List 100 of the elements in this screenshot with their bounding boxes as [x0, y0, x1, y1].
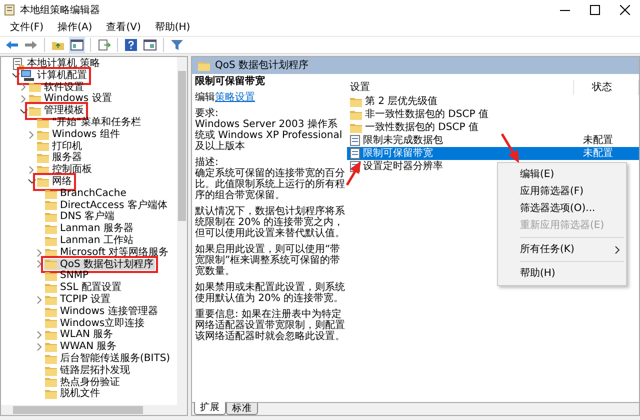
setting-name: 设置定时器分辨率 — [363, 160, 443, 174]
list-row[interactable]: 一致性数据包的 DSCP 值 — [347, 121, 639, 134]
folder-icon — [45, 342, 57, 352]
tree-item[interactable]: 控制面板 — [36, 164, 93, 176]
tree-item[interactable]: SSL 配置设置 — [44, 282, 122, 294]
export-list-icon[interactable] — [96, 37, 112, 53]
setting-name: 限制可保留带宽 — [363, 146, 433, 160]
tree-item[interactable]: 服务器 — [36, 152, 83, 164]
folder-icon — [350, 122, 362, 132]
tree-item[interactable]: SNMP — [44, 270, 90, 282]
menu-item[interactable]: 所有任务(K) — [498, 241, 626, 258]
setting-name: 一致性数据包的 DSCP 值 — [365, 120, 478, 134]
folder-icon — [45, 330, 57, 340]
tree-item[interactable]: WWAN 服务 — [44, 341, 118, 353]
folder-icon — [37, 176, 49, 187]
description-text: 确定系统可保留的连接带宽的百分比。此值限制系统上运行的所有程序的组合带宽保留。 — [195, 168, 345, 201]
expand-chevron-icon[interactable] — [35, 247, 44, 258]
tree-item[interactable]: "开始"菜单和任务栏 — [36, 116, 142, 129]
folder-icon — [45, 236, 57, 246]
menu-item[interactable]: 文件(F) — [4, 21, 50, 35]
tree-item[interactable]: 软件设置 — [28, 82, 85, 94]
description-title: 限制可保留带宽 — [195, 76, 266, 87]
expand-chevron-icon[interactable] — [35, 294, 44, 306]
folder-icon — [45, 271, 57, 282]
description-text: 如果禁用或未配置此设置，则系统使用默认值为 20% 的连接带宽。 — [195, 282, 345, 304]
edit-policy-text: 编辑策略设置 — [195, 92, 256, 103]
tree-item[interactable]: TCPIP 设置 — [44, 294, 112, 306]
tab[interactable]: 扩展 — [194, 402, 226, 415]
computer-icon — [21, 70, 34, 82]
folder-icon — [29, 82, 41, 92]
tree-item[interactable]: 本地计算机 策略 — [12, 58, 102, 70]
tree-pane-icon[interactable] — [69, 37, 85, 53]
tree-item[interactable]: 打印机 — [36, 140, 83, 152]
tree-item[interactable]: 管理模板 — [28, 105, 85, 117]
maximize-icon — [590, 5, 600, 15]
setting-status: 未配置 — [583, 135, 613, 146]
vertical-scrollbar[interactable] — [177, 57, 187, 405]
folder-icon — [45, 294, 57, 305]
tree-item[interactable]: DNS 客户端 — [44, 211, 116, 224]
tree-item[interactable]: Windows立即连接 — [44, 318, 146, 330]
horizontal-scrollbar[interactable] — [1, 405, 187, 415]
description-heading: 要求: — [195, 108, 220, 119]
description-text: 重要信息: 如果在注册表中为特定网络适配器设置带宽限制，则配置该网络适配器时就会忽略此设置。 — [195, 309, 345, 342]
tab[interactable]: 标准 — [226, 403, 258, 415]
description-heading: 描述: — [195, 157, 218, 168]
close-icon — [620, 5, 630, 15]
folder-icon — [45, 306, 57, 317]
menu-item[interactable]: 筛选器选项(O)... — [498, 200, 626, 217]
column-header[interactable]: 状态 — [573, 80, 639, 94]
help-icon[interactable] — [123, 37, 139, 53]
expand-chevron-icon[interactable] — [35, 330, 44, 341]
policy-editor-icon — [4, 4, 16, 16]
expand-chevron-icon[interactable] — [27, 129, 36, 140]
expand-chevron-icon[interactable] — [35, 258, 44, 270]
tree-item[interactable]: 链路层拓扑发现 — [44, 364, 131, 377]
folder-icon — [45, 224, 57, 234]
list-row[interactable]: 非一致性数据包的 DSCP 值 — [347, 108, 639, 121]
list-row[interactable]: 限制未完成数据包 未配置 — [347, 134, 639, 147]
annotation-arrow — [500, 133, 519, 163]
filter-icon[interactable] — [169, 37, 185, 53]
expand-chevron-icon[interactable] — [27, 164, 36, 176]
description-text: 默认情况下，数据包计划程序将系统限制在 20% 的连接带宽之内，但可以使用此设置来替代默认值。 — [195, 206, 345, 239]
menu-item[interactable]: 应用筛选器(F) — [498, 183, 626, 200]
tree-item[interactable]: BranchCache — [44, 188, 128, 200]
policy-settings-link[interactable]: 策略设置 — [215, 92, 255, 103]
tree-item[interactable]: DirectAccess 客户端体 — [44, 200, 168, 212]
header-title: QoS 数据包计划程序 — [215, 58, 309, 73]
tree-item[interactable]: Windows 连接管理器 — [44, 306, 159, 318]
menu-item[interactable]: 帮助(H) — [498, 265, 626, 282]
setting-name: 第 2 层优先级值 — [365, 94, 438, 108]
expand-chevron-icon[interactable] — [19, 82, 28, 93]
tree-item[interactable]: 计算机配置 — [20, 70, 88, 82]
expand-chevron-icon[interactable] — [35, 342, 44, 353]
menu-item[interactable]: 编辑(E) — [498, 166, 626, 183]
tree-item[interactable]: 后台智能传送服务(BITS) — [44, 352, 172, 365]
setting-name: 限制未完成数据包 — [363, 134, 443, 148]
list-row[interactable]: 第 2 层优先级值 — [347, 95, 639, 108]
folder-icon — [350, 110, 362, 120]
tree-item[interactable]: QoS 数据包计划程序 — [44, 258, 155, 270]
tree-item[interactable]: Lanman 服务器 — [44, 223, 134, 235]
menu-item[interactable]: 查看(V) — [100, 21, 147, 35]
tree-item[interactable]: WLAN 服务 — [44, 329, 114, 342]
menu-item[interactable]: 操作(A) — [52, 21, 98, 35]
tree-item[interactable]: Lanman 工作站 — [44, 234, 134, 247]
folder-icon — [45, 354, 57, 364]
tree-item[interactable]: 脱机文件 — [44, 388, 101, 400]
folder-icon — [45, 377, 57, 388]
tree-item[interactable]: Windows 设置 — [28, 93, 113, 106]
tree-item[interactable]: 网络 — [36, 176, 73, 188]
expand-chevron-icon[interactable] — [19, 94, 28, 105]
menu-item[interactable]: 帮助(H) — [148, 21, 196, 35]
window-pane-icon[interactable] — [142, 37, 158, 53]
folder-icon — [45, 212, 57, 222]
folder-icon — [37, 141, 49, 152]
folder-icon — [45, 318, 57, 328]
tree-item[interactable]: 热点身份验证 — [44, 376, 121, 388]
column-header[interactable]: 设置 — [347, 80, 573, 94]
setting-name: 非一致性数据包的 DSCP 值 — [365, 108, 488, 122]
tree-item[interactable]: Windows 组件 — [36, 128, 121, 141]
list-row[interactable]: 限制可保留带宽 未配置 — [347, 147, 639, 160]
